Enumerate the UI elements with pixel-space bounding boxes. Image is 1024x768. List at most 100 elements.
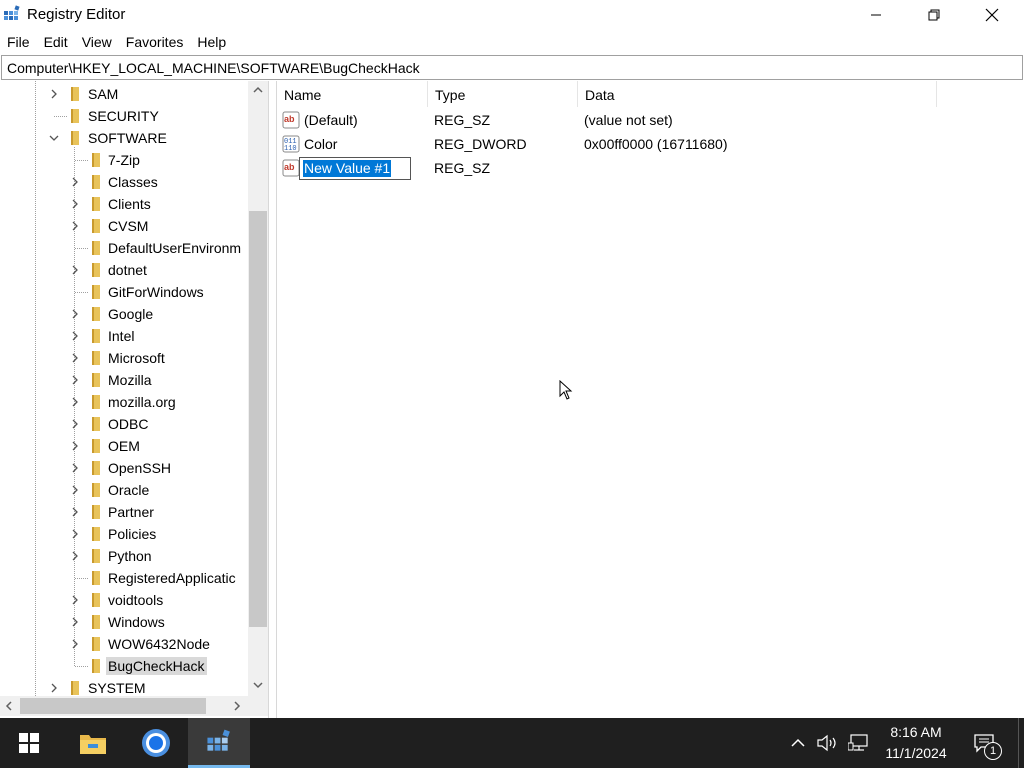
column-header-data[interactable]: Data xyxy=(578,81,937,107)
rename-value-editor[interactable]: New Value #1 xyxy=(299,157,411,180)
tree-item[interactable]: SECURITY xyxy=(0,105,248,127)
scroll-right-button[interactable] xyxy=(228,696,246,716)
chevron-right-icon[interactable] xyxy=(69,616,81,628)
horizontal-scroll-thumb[interactable] xyxy=(20,698,206,714)
tree-item[interactable]: Intel xyxy=(0,325,248,347)
scroll-up-button[interactable] xyxy=(248,81,268,99)
chevron-right-icon[interactable] xyxy=(48,682,60,694)
chevron-right-icon[interactable] xyxy=(69,484,81,496)
minimize-button[interactable] xyxy=(847,0,905,30)
chevron-right-icon[interactable] xyxy=(69,374,81,386)
taskbar: 8:16 AM 11/1/2024 xyxy=(0,718,1024,768)
chevron-right-icon[interactable] xyxy=(69,462,81,474)
rename-value-input[interactable]: New Value #1 xyxy=(303,160,392,177)
tree-item-label: Microsoft xyxy=(108,350,165,366)
vertical-scroll-thumb[interactable] xyxy=(249,211,267,627)
taskbar-registry-editor[interactable] xyxy=(188,718,250,768)
tree-item[interactable]: WOW6432Node xyxy=(0,633,248,655)
tree-item[interactable]: Google xyxy=(0,303,248,325)
menu-bar: File Edit View Favorites Help xyxy=(0,30,1024,54)
clock[interactable]: 8:16 AM 11/1/2024 xyxy=(876,722,956,764)
tree-horizontal-scrollbar[interactable] xyxy=(0,696,248,716)
value-type: REG_SZ xyxy=(434,160,491,176)
network-button[interactable] xyxy=(845,718,873,768)
show-desktop-button[interactable] xyxy=(1018,718,1024,768)
tree-item[interactable]: Oracle xyxy=(0,479,248,501)
tree-vertical-scrollbar[interactable] xyxy=(248,81,268,696)
taskbar-file-explorer[interactable] xyxy=(62,718,124,768)
tree-item[interactable]: Partner xyxy=(0,501,248,523)
value-row-default[interactable]: ab (Default) REG_SZ (value not set) xyxy=(277,108,1017,132)
tree-item-label: DefaultUserEnvironm xyxy=(108,240,242,256)
folder-icon xyxy=(92,241,100,255)
menu-view[interactable]: View xyxy=(75,30,119,54)
tree-item-label: mozilla.org xyxy=(108,394,176,410)
tree-item[interactable]: dotnet xyxy=(0,259,248,281)
tree-item[interactable]: Microsoft xyxy=(0,347,248,369)
tree-item-label: Windows xyxy=(108,614,165,630)
tree-item[interactable]: Python xyxy=(0,545,248,567)
tree-item[interactable]: OpenSSH xyxy=(0,457,248,479)
volume-button[interactable] xyxy=(815,718,841,768)
folder-icon xyxy=(92,351,100,365)
menu-favorites[interactable]: Favorites xyxy=(119,30,191,54)
tree-item[interactable]: SYSTEM xyxy=(0,677,248,696)
start-button[interactable] xyxy=(0,718,58,768)
tree-item[interactable]: DefaultUserEnvironm xyxy=(0,237,248,259)
tree-item[interactable]: ODBC xyxy=(0,413,248,435)
tree-item[interactable]: SAM xyxy=(0,83,248,105)
chevron-right-icon[interactable] xyxy=(69,176,81,188)
chevron-right-icon[interactable] xyxy=(69,550,81,562)
chevron-right-icon[interactable] xyxy=(69,506,81,518)
menu-edit[interactable]: Edit xyxy=(37,30,75,54)
chevron-right-icon[interactable] xyxy=(69,220,81,232)
restore-button[interactable] xyxy=(905,0,963,30)
chevron-right-icon[interactable] xyxy=(69,638,81,650)
address-bar[interactable]: Computer\HKEY_LOCAL_MACHINE\SOFTWARE\Bug… xyxy=(1,55,1023,80)
tree-item[interactable]: GitForWindows xyxy=(0,281,248,303)
chevron-right-icon[interactable] xyxy=(69,308,81,320)
binary-value-icon: 011 110 xyxy=(282,135,300,153)
tree-item[interactable]: Windows xyxy=(0,611,248,633)
tree-item[interactable]: RegisteredApplicatic xyxy=(0,567,248,589)
chevron-right-icon[interactable] xyxy=(69,528,81,540)
registry-editor-window: Registry Editor File Edit View Favorites… xyxy=(0,0,1024,718)
chevron-right-icon[interactable] xyxy=(69,440,81,452)
scroll-down-button[interactable] xyxy=(248,676,268,694)
tree-item[interactable]: BugCheckHack xyxy=(0,655,248,677)
tree-item[interactable]: mozilla.org xyxy=(0,391,248,413)
tree-item[interactable]: voidtools xyxy=(0,589,248,611)
svg-text:ab: ab xyxy=(284,162,295,172)
svg-text:ab: ab xyxy=(284,114,295,124)
value-row-new[interactable]: ab New Value #1 REG_SZ xyxy=(277,156,1017,180)
chevron-right-icon[interactable] xyxy=(69,198,81,210)
taskbar-chrome[interactable] xyxy=(125,718,187,768)
scroll-left-button[interactable] xyxy=(0,696,18,716)
title-bar[interactable]: Registry Editor xyxy=(0,0,1024,30)
value-row-color[interactable]: 011 110 Color REG_DWORD 0x00ff0000 (1671… xyxy=(277,132,1017,156)
tree-item[interactable]: Policies xyxy=(0,523,248,545)
tree-item[interactable]: Classes xyxy=(0,171,248,193)
tree-item-label: BugCheckHack xyxy=(106,657,207,675)
column-header-name[interactable]: Name xyxy=(277,81,428,107)
chevron-right-icon[interactable] xyxy=(69,418,81,430)
menu-help[interactable]: Help xyxy=(190,30,233,54)
chevron-right-icon[interactable] xyxy=(69,264,81,276)
chevron-right-icon[interactable] xyxy=(69,396,81,408)
column-header-type[interactable]: Type xyxy=(428,81,578,107)
tree-item[interactable]: Mozilla xyxy=(0,369,248,391)
chevron-right-icon[interactable] xyxy=(69,594,81,606)
tree-item[interactable]: CVSM xyxy=(0,215,248,237)
chevron-right-icon[interactable] xyxy=(48,88,60,100)
close-button[interactable] xyxy=(963,0,1021,30)
clock-time: 8:16 AM xyxy=(890,724,942,740)
menu-file[interactable]: File xyxy=(0,30,37,54)
tree-item[interactable]: SOFTWARE xyxy=(0,127,248,149)
chevron-right-icon[interactable] xyxy=(69,352,81,364)
chevron-right-icon[interactable] xyxy=(69,330,81,342)
chevron-down-icon[interactable] xyxy=(48,132,60,144)
tree-item[interactable]: OEM xyxy=(0,435,248,457)
tree-item[interactable]: 7-Zip xyxy=(0,149,248,171)
show-hidden-icons-button[interactable] xyxy=(786,718,810,768)
tree-item[interactable]: Clients xyxy=(0,193,248,215)
